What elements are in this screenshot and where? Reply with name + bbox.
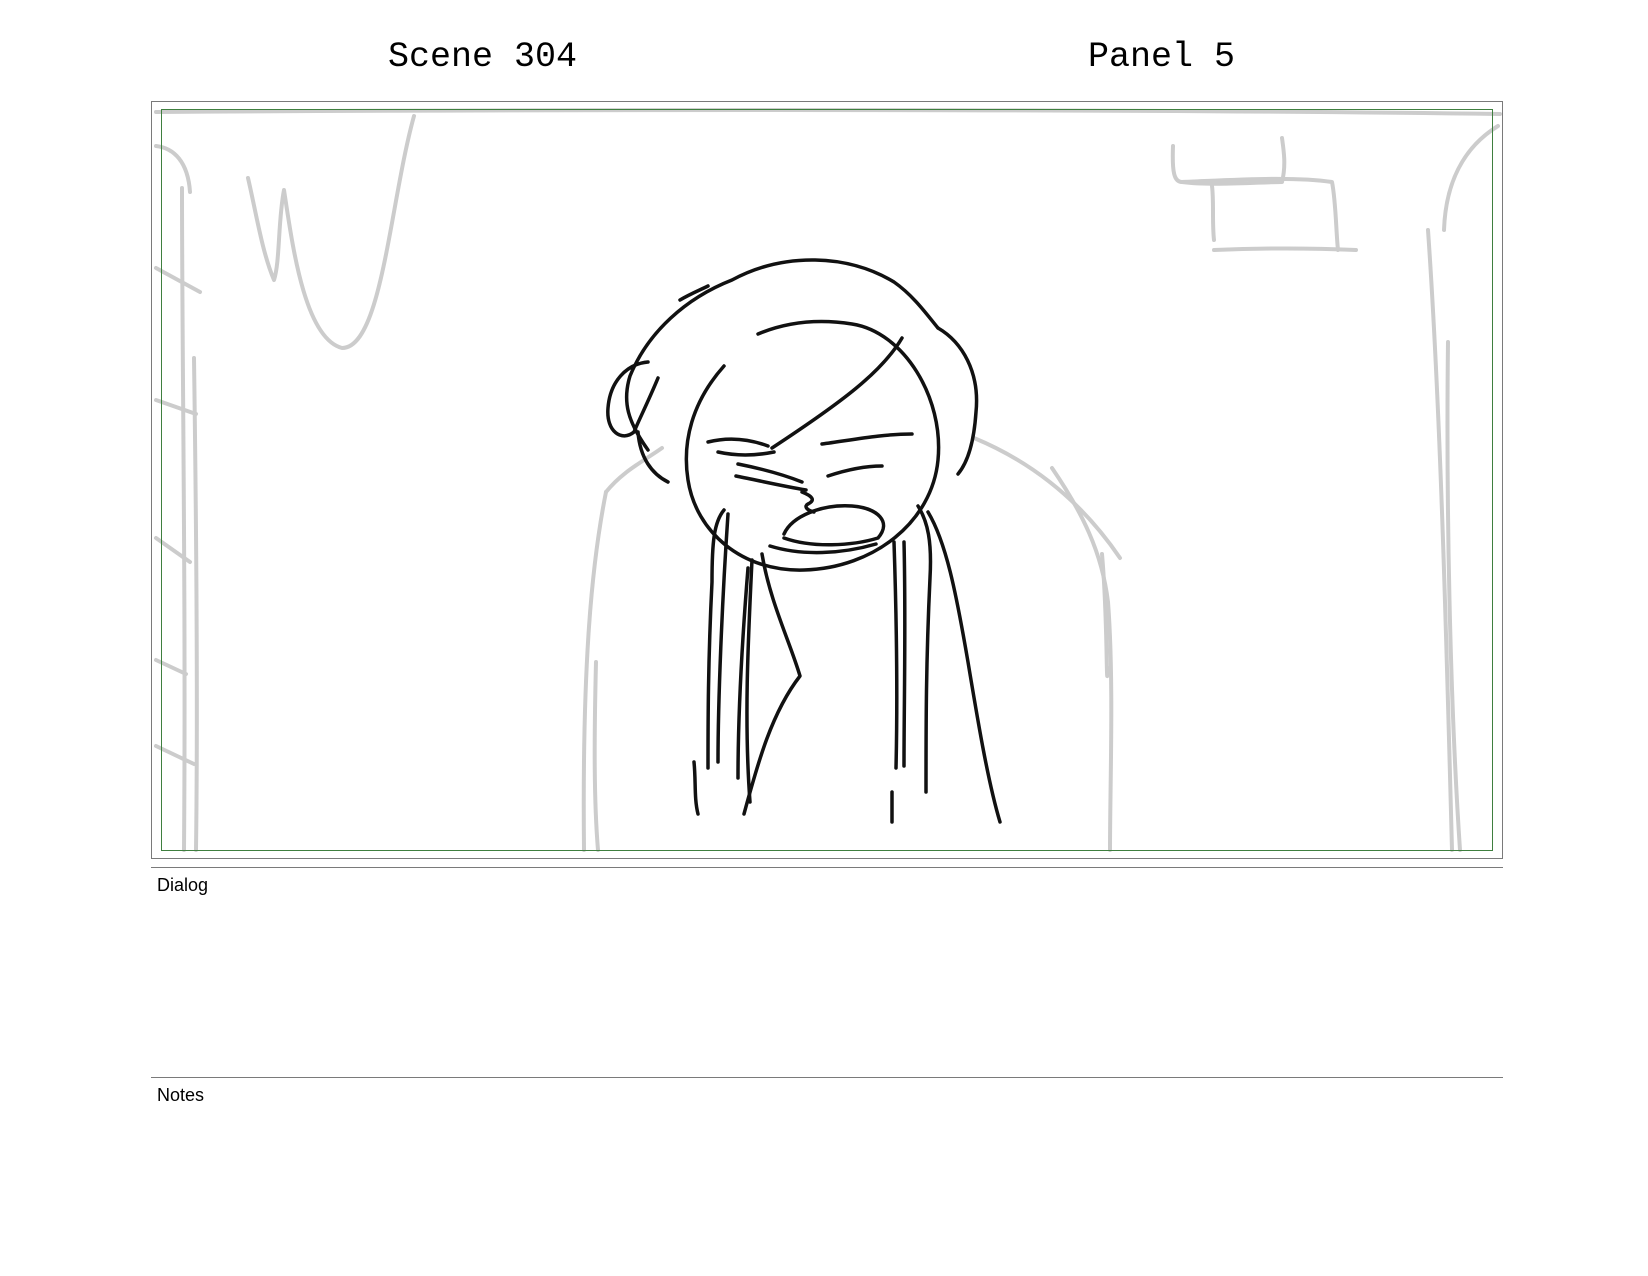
panel-sketch <box>154 108 1502 852</box>
dialog-divider <box>151 867 1503 868</box>
panel-number: Panel 5 <box>1088 37 1236 77</box>
storyboard-panel <box>151 101 1503 859</box>
notes-label: Notes <box>157 1085 205 1105</box>
dialog-label: Dialog <box>157 875 209 895</box>
background-sketch <box>154 108 1502 852</box>
notes-divider <box>151 1077 1503 1078</box>
character-sketch <box>606 258 1002 824</box>
scene-number: Scene 304 <box>388 37 578 77</box>
